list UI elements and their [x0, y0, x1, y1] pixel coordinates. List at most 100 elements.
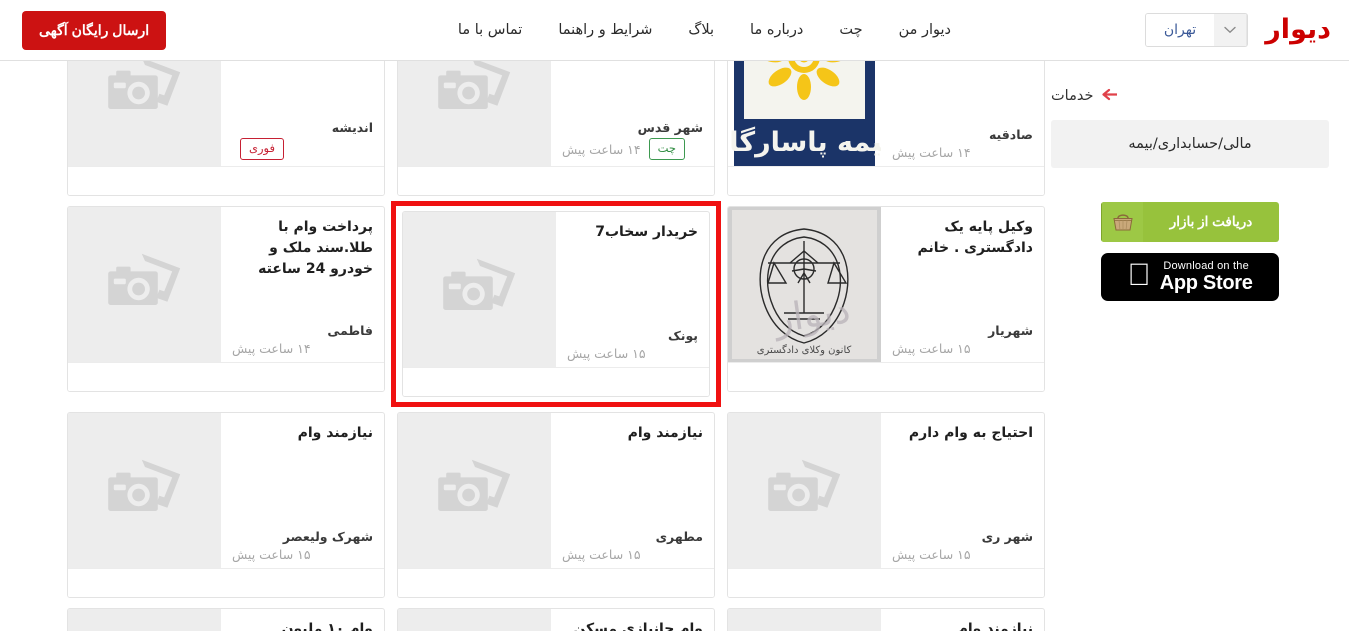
listing-meta: شهر قدس ۱۴ ساعت پیش چت — [562, 120, 703, 160]
main-navigation: دیوار من چت درباره ما بلاگ شرایط و راهنم… — [440, 0, 969, 61]
listing-card-footer — [728, 166, 1044, 195]
site-header: دیوار تهران دیوار من چت درباره ما بلاگ ش… — [0, 0, 1349, 61]
svg-text:بیمه پاسارگاد: بیمه پاسارگاد — [728, 126, 881, 158]
listing-city: صادقیه — [988, 127, 1033, 142]
sidebar-category-label: مالی/حسابداری/بیمه — [1128, 136, 1252, 152]
post-free-ad-button[interactable]: ارسال رایگان آگهی — [22, 11, 167, 50]
camera-placeholder-icon — [107, 61, 180, 109]
listings-area: بیمه پاسارگاد صادقیه ۱۴ ساعت پیش شهر قدس ۱۴ … — [0, 61, 1051, 631]
listing-card-slot: کانون وکلای دادگستری دیوار وکیل پایه یک دا… — [721, 201, 1051, 407]
site-logo[interactable]: دیوار — [1265, 10, 1332, 50]
listing-card[interactable]: نیازمند وام — [727, 608, 1045, 631]
listing-card-slot: بیمه پاسارگاد صادقیه ۱۴ ساعت پیش — [721, 61, 1051, 201]
listing-card-body: کانون وکلای دادگستری دیوار وکیل پایه یک دا… — [728, 207, 1044, 362]
services-label: خدمات — [1051, 88, 1094, 104]
camera-placeholder-icon — [437, 459, 510, 511]
listing-thumbnail — [728, 609, 881, 631]
listing-details: خریدار سخاب7 پونک ۱۵ ساعت پیش — [556, 212, 709, 367]
listing-thumbnail — [728, 413, 881, 568]
sidebar-category-finance-insurance[interactable]: مالی/حسابداری/بیمه — [1051, 120, 1329, 168]
listing-card-footer — [728, 362, 1044, 391]
listing-card-footer — [398, 166, 714, 195]
listing-card-footer — [68, 166, 384, 195]
listing-card[interactable]: کانون وکلای دادگستری دیوار وکیل پایه یک دا… — [727, 206, 1045, 392]
nav-item-terms-and-help[interactable]: شرایط و راهنما — [540, 0, 670, 61]
nav-item-about-us[interactable]: درباره ما — [732, 0, 821, 61]
listing-card-footer — [728, 568, 1044, 597]
listing-details: وام جانبازی مسکن بدون — [551, 609, 714, 631]
listing-title: وام ۱۰ ملیون تومانی — [281, 621, 373, 631]
bazaar-download-button[interactable]: دریافت از بازار — [1101, 202, 1279, 242]
listing-time: ۱۵ ساعت پیش — [232, 547, 311, 562]
listings-grid: بیمه پاسارگاد صادقیه ۱۴ ساعت پیش شهر قدس ۱۴ … — [40, 61, 1051, 631]
chat-badge[interactable]: چت — [648, 138, 685, 160]
nav-item-my-divar[interactable]: دیوار من — [881, 0, 969, 61]
listing-card[interactable]: نیازمند وام شهرک ولیعصر ۱۵ ساعت پیش — [67, 412, 385, 598]
listing-city: شهرک ولیعصر — [282, 529, 373, 544]
services-header[interactable]: خدمات — [1051, 88, 1329, 104]
listing-card[interactable]: اندیشه فوری — [67, 61, 385, 196]
listing-title: نیازمند وام — [957, 621, 1033, 631]
urgent-badge[interactable]: فوری — [240, 138, 284, 160]
listing-meta: فاطمی ۱۴ ساعت پیش — [232, 323, 373, 356]
listing-card-slot: پرداخت وام با طلا.سند ملک و خودرو 24 ساع… — [61, 201, 391, 407]
listing-thumbnail — [68, 61, 221, 166]
listing-details: پرداخت وام با طلا.سند ملک و خودرو 24 ساع… — [221, 207, 384, 362]
listing-thumbnail — [398, 609, 551, 631]
highlight-border: خریدار سخاب7 پونک ۱۵ ساعت پیش — [391, 201, 721, 407]
listing-card-body: شهر قدس ۱۴ ساعت پیش چت — [398, 61, 714, 166]
nav-item-chat[interactable]: چت — [821, 0, 880, 61]
listing-time-row: ۱۵ ساعت پیش — [892, 341, 1033, 356]
listing-card[interactable]: وام جانبازی مسکن بدون — [397, 608, 715, 631]
listing-details: صادقیه ۱۴ ساعت پیش — [881, 61, 1044, 166]
justice-emblem-image: کانون وکلای دادگستریدیوار — [728, 207, 881, 362]
listing-thumbnail — [68, 609, 221, 631]
listing-title: وام جانبازی مسکن بدون — [573, 621, 703, 631]
listing-card[interactable]: شهر قدس ۱۴ ساعت پیش چت — [397, 61, 715, 196]
listing-meta: اندیشه فوری — [232, 120, 373, 160]
listing-details: وکیل پایه یک دادگستری . خانم شهریار ۱۵ ساع… — [881, 207, 1044, 362]
listing-time: ۱۴ ساعت پیش — [232, 341, 311, 356]
listing-time-row: ۱۵ ساعت پیش — [892, 547, 1033, 562]
insurance-logo-image: بیمه پاسارگاد — [728, 61, 881, 166]
listing-card-body: بیمه پاسارگاد صادقیه ۱۴ ساعت پیش — [728, 61, 1044, 166]
listing-card-footer — [403, 367, 709, 396]
listing-card[interactable]: نیازمند وام مطهری ۱۵ ساعت پیش — [397, 412, 715, 598]
listing-title: احتیاج به وام دارم — [908, 425, 1033, 441]
camera-placeholder-icon — [107, 459, 180, 511]
listing-time: ۱۴ ساعت پیش — [892, 145, 971, 160]
app-store-download-button[interactable]:  Download on the App Store — [1101, 253, 1279, 301]
app-store-subtitle: Download on the — [1151, 260, 1248, 272]
nav-item-contact-us[interactable]: تماس با ما — [440, 0, 540, 61]
listing-title: وکیل پایه یک دادگستری . خانم — [917, 219, 1033, 256]
listing-city: اندیشه — [331, 120, 373, 136]
city-selector-value: تهران — [1146, 14, 1214, 46]
listing-time-row: ۱۵ ساعت پیش — [567, 346, 698, 361]
svg-text:کانون وکلای دادگستری: کانون وکلای دادگستری — [757, 344, 852, 356]
listing-time-row: ۱۴ ساعت پیش — [892, 145, 1033, 160]
camera-placeholder-icon — [767, 459, 840, 511]
listing-card[interactable]: بیمه پاسارگاد صادقیه ۱۴ ساعت پیش — [727, 61, 1045, 196]
sidebar: خدمات مالی/حسابداری/بیمه دریافت از بازار… — [1051, 62, 1341, 631]
listing-thumbnail — [403, 212, 556, 367]
listing-card-slot-highlighted: خریدار سخاب7 پونک ۱۵ ساعت پیش — [391, 201, 721, 407]
listing-card-slot: نیازمند وام — [721, 603, 1051, 631]
listing-card[interactable]: پرداخت وام با طلا.سند ملک و خودرو 24 ساع… — [67, 206, 385, 392]
bazaar-button-label: دریافت از بازار — [1169, 214, 1253, 229]
listing-card[interactable]: وام ۱۰ ملیون تومانی — [67, 608, 385, 631]
nav-item-blog[interactable]: بلاگ — [670, 0, 732, 61]
basket-icon — [1101, 202, 1143, 242]
listing-details: نیازمند وام شهرک ولیعصر ۱۵ ساعت پیش — [221, 413, 384, 568]
listing-details: نیازمند وام مطهری ۱۵ ساعت پیش — [551, 413, 714, 568]
listing-thumbnail: کانون وکلای دادگستری دیوار — [728, 207, 881, 362]
listing-card-slot: نیازمند وام شهرک ولیعصر ۱۵ ساعت پیش — [61, 407, 391, 603]
listing-title: پرداخت وام با طلا.سند ملک و خودرو 24 ساع… — [258, 219, 373, 277]
listing-details: نیازمند وام — [881, 609, 1044, 631]
listing-card[interactable]: احتیاج به وام دارم شهر ری ۱۵ ساعت پیش — [727, 412, 1045, 598]
listing-details: اندیشه فوری — [221, 61, 384, 166]
city-selector[interactable]: تهران — [1145, 13, 1248, 47]
listing-city: شهر قدس — [637, 120, 703, 136]
listing-card-body: نیازمند وام شهرک ولیعصر ۱۵ ساعت پیش — [68, 413, 384, 568]
listing-card[interactable]: خریدار سخاب7 پونک ۱۵ ساعت پیش — [402, 211, 710, 397]
listing-card-body: پرداخت وام با طلا.سند ملک و خودرو 24 ساع… — [68, 207, 384, 362]
